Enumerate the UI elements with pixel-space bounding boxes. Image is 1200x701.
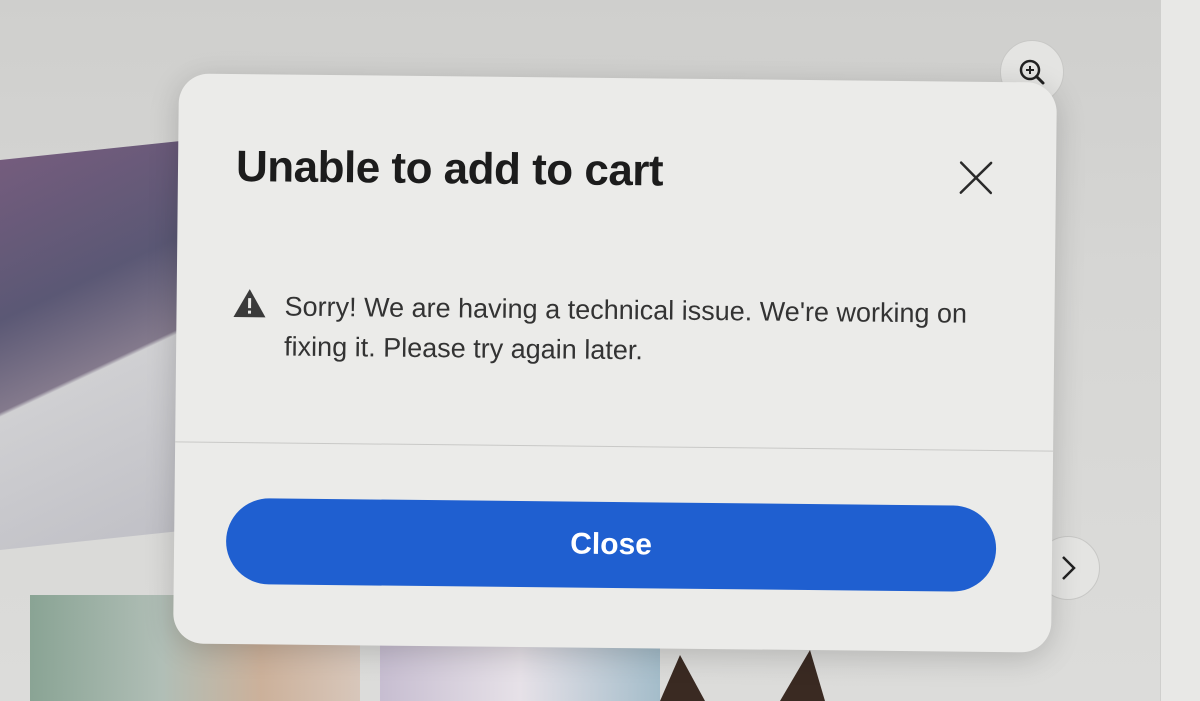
close-icon <box>959 161 993 195</box>
error-dialog: Unable to add to cart Sorry! We are havi… <box>173 73 1057 653</box>
error-message-row: Sorry! We are having a technical issue. … <box>232 286 993 374</box>
product-image-background <box>0 140 190 550</box>
product-details-panel <box>1160 0 1200 701</box>
chevron-right-icon <box>1062 556 1076 580</box>
page: Unable to add to cart Sorry! We are havi… <box>0 0 1200 701</box>
product-thumbnail-background-2 <box>380 640 660 701</box>
dialog-close-button[interactable] <box>958 160 994 196</box>
close-button[interactable]: Close <box>225 497 997 592</box>
dialog-divider <box>175 441 1054 452</box>
dialog-title: Unable to add to cart <box>235 142 664 196</box>
warning-icon <box>233 289 266 318</box>
error-message: Sorry! We are having a technical issue. … <box>283 291 968 366</box>
photo-foreground-ears <box>660 650 825 701</box>
